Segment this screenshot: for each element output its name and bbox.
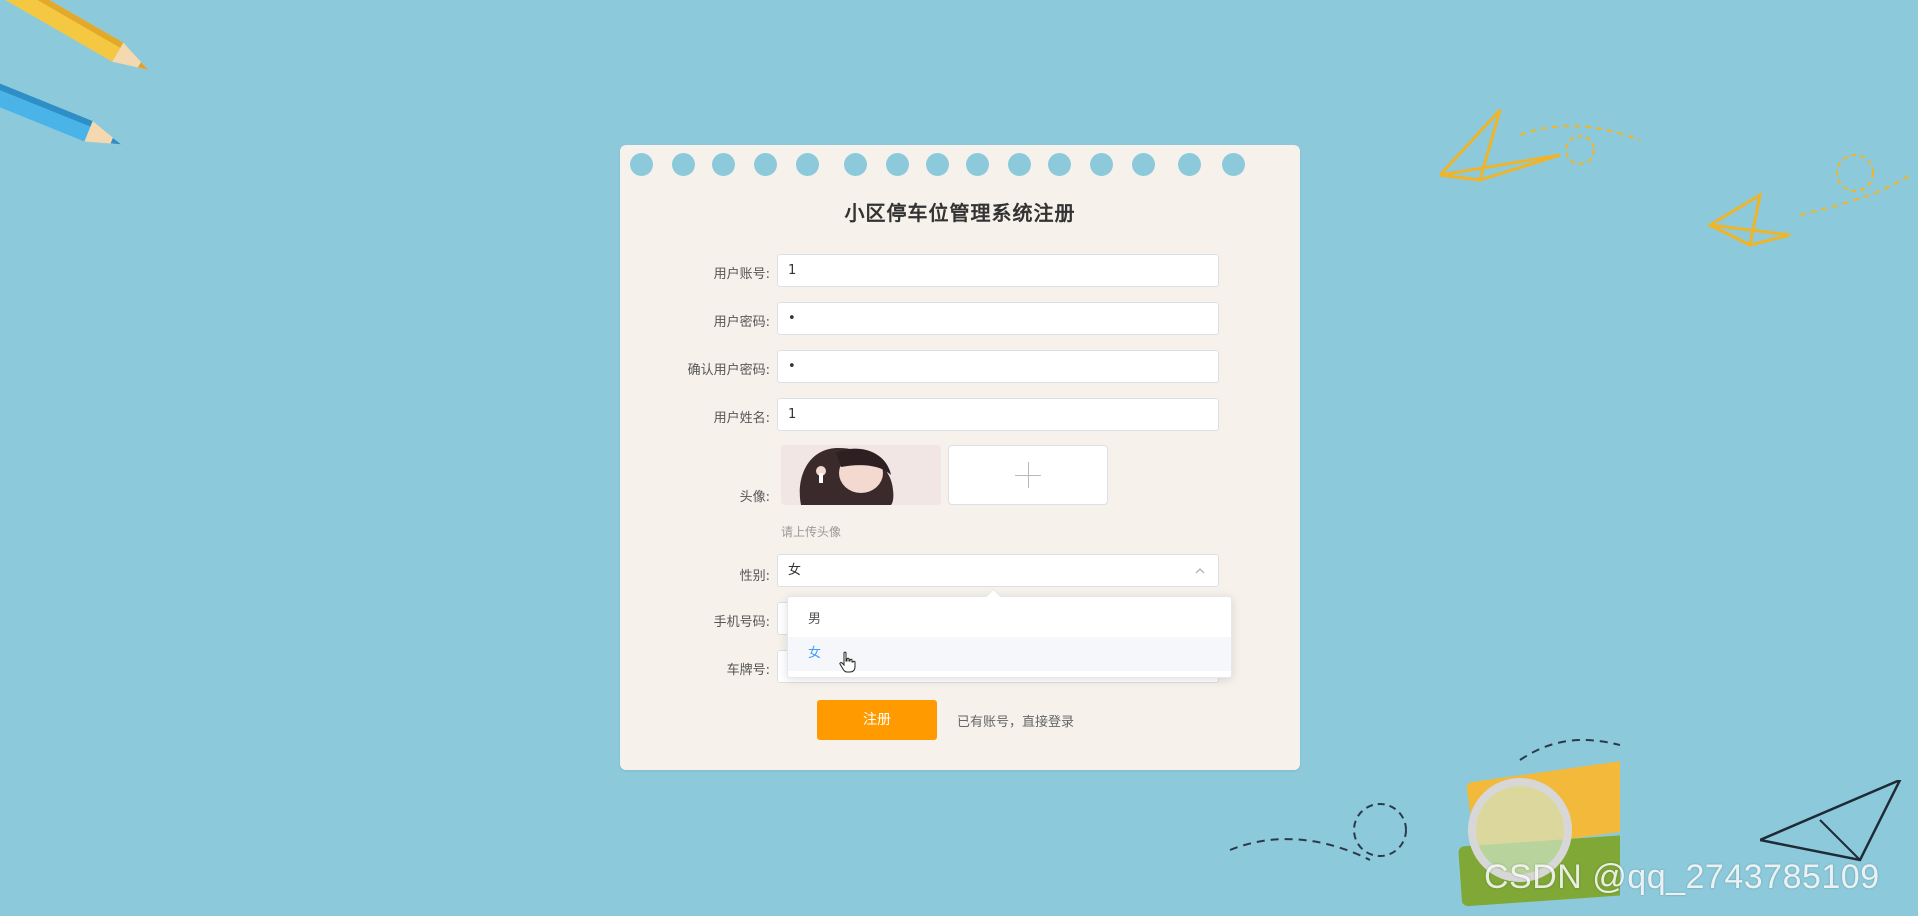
plus-icon-vertical [1028, 462, 1029, 488]
avatar-image[interactable] [781, 445, 941, 505]
account-input[interactable]: 1 [777, 254, 1219, 287]
register-button[interactable]: 注册 [817, 700, 937, 740]
notebook-hole [1222, 153, 1245, 176]
notebook-hole [1178, 153, 1201, 176]
notebook-hole [886, 153, 909, 176]
notebook-hole [844, 153, 867, 176]
notebook-hole [630, 153, 653, 176]
chevron-up-icon [1195, 568, 1205, 574]
gender-option-female-label: 女 [808, 646, 822, 661]
page-title: 小区停车位管理系统注册 [844, 201, 1076, 225]
notebook-hole [1048, 153, 1071, 176]
notebook-holes [630, 153, 1250, 177]
avatar-label: 头像: [739, 490, 770, 505]
gender-option-male[interactable]: 男 [788, 603, 1231, 637]
notebook-hole [966, 153, 989, 176]
hand-cursor-icon [839, 651, 856, 673]
notebook-hole [754, 153, 777, 176]
notebook-hole [926, 153, 949, 176]
watermark: CSDN @qq_2743785109 [1484, 858, 1880, 896]
password-label: 用户密码: [713, 315, 770, 330]
avatar-portrait [781, 445, 941, 505]
notebook-hole [712, 153, 735, 176]
avatar-upload-button[interactable] [948, 445, 1108, 505]
phone-label: 手机号码: [713, 615, 770, 630]
avatar-hint: 请上传头像 [781, 525, 842, 539]
dropdown-arrow [985, 588, 1002, 605]
paper-plane-decoration [1706, 154, 1911, 248]
register-card: 小区停车位管理系统注册 用户账号: 1 用户密码: • 确认用户密码: • 用户… [620, 145, 1300, 770]
login-link[interactable]: 已有账号，直接登录 [957, 711, 1074, 730]
notebook-hole [1090, 153, 1113, 176]
gender-option-female[interactable]: 女 [788, 637, 1231, 673]
gender-label: 性别: [739, 569, 770, 584]
confirm-password-input[interactable]: • [777, 350, 1219, 383]
gender-select[interactable]: 女 [777, 554, 1219, 587]
pencil-decoration [0, 72, 122, 145]
notebook-hole [1008, 153, 1031, 176]
name-input[interactable]: 1 [777, 398, 1219, 431]
notebook-hole [1132, 153, 1155, 176]
name-label: 用户姓名: [713, 411, 770, 426]
paper-plane-decoration [1440, 108, 1640, 182]
gender-select-value: 女 [788, 563, 802, 578]
gender-dropdown: 男 女 [787, 588, 1232, 678]
confirm-password-label: 确认用户密码: [687, 363, 770, 378]
account-label: 用户账号: [713, 267, 770, 282]
password-input[interactable]: • [777, 302, 1219, 335]
notebook-hole [672, 153, 695, 176]
plate-label: 车牌号: [726, 663, 770, 678]
notebook-hole [796, 153, 819, 176]
